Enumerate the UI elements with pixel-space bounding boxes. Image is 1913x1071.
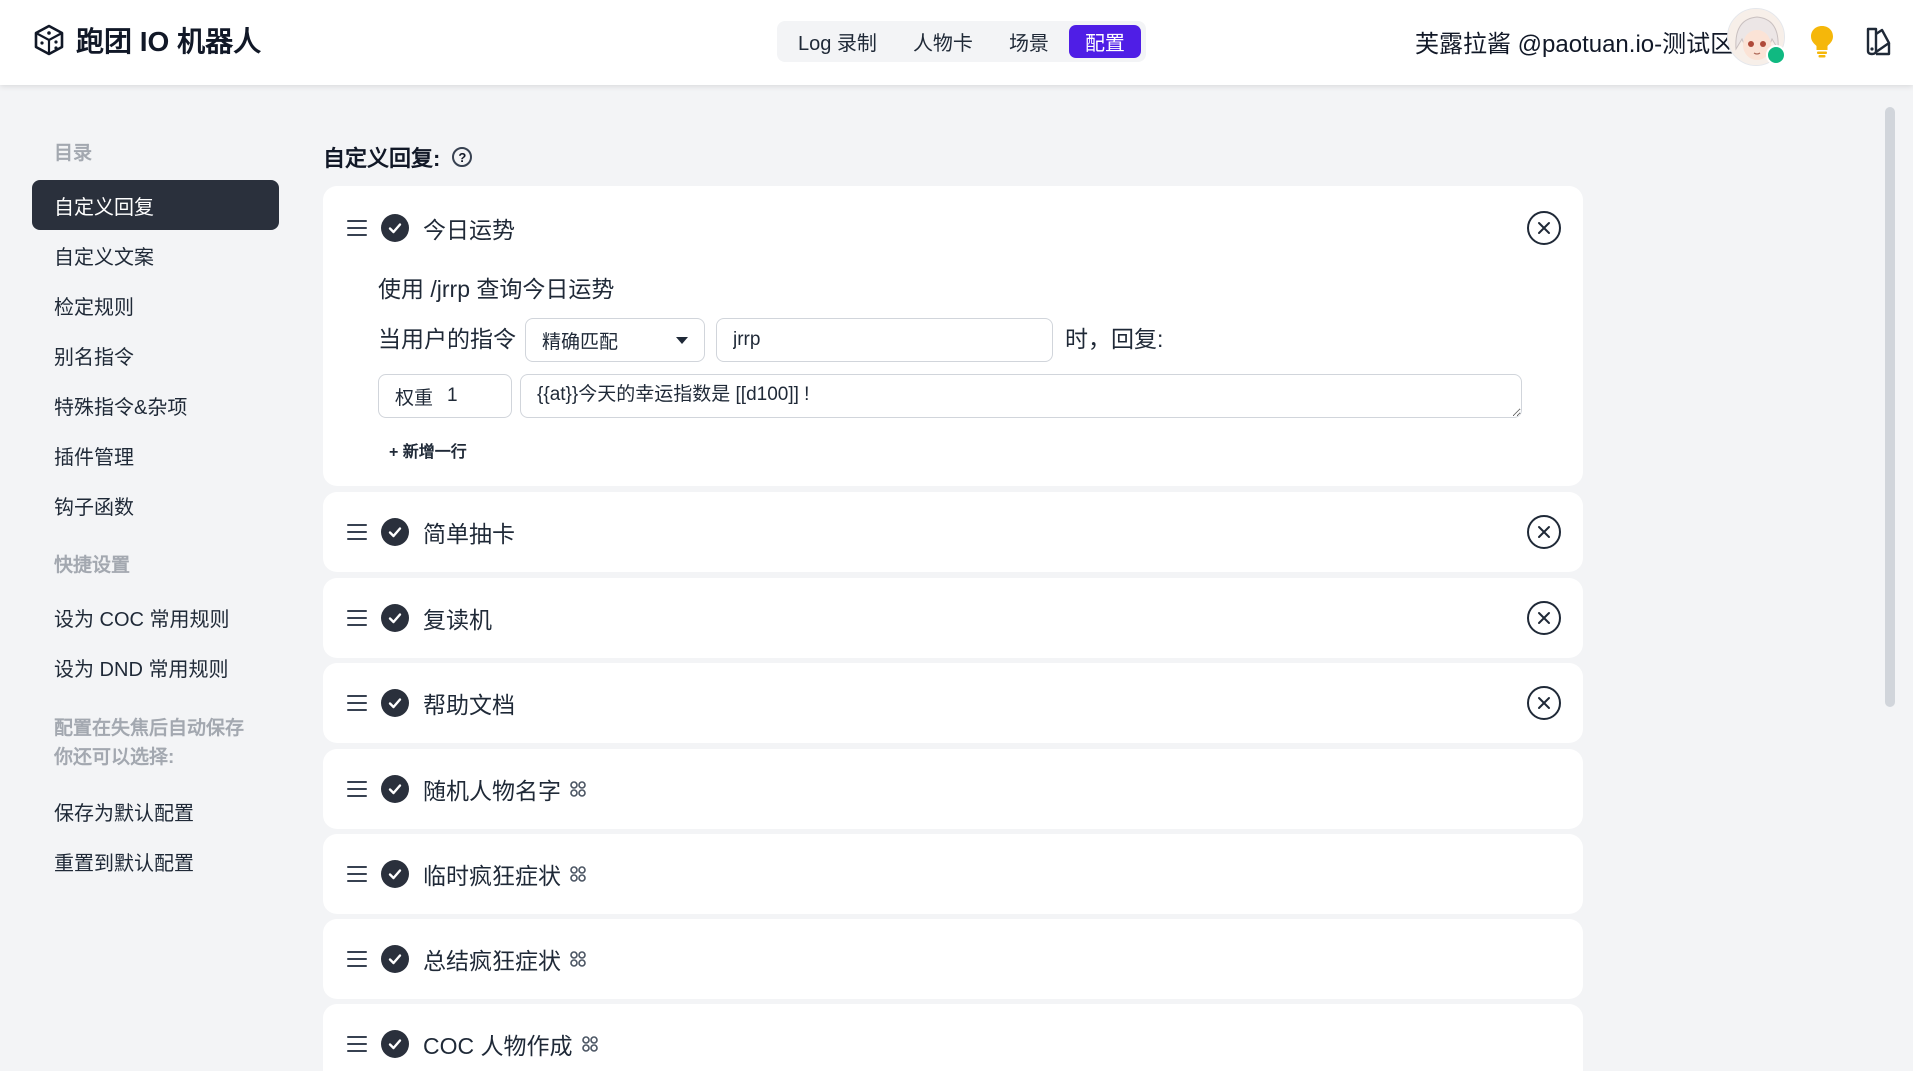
rule-title[interactable]: 临时疯狂症状: [423, 857, 561, 891]
rule-description: 使用 /jrrp 查询今日运势: [378, 276, 615, 302]
rule-header: 帮助文档: [347, 683, 515, 723]
enabled-checkbox[interactable]: [381, 689, 409, 717]
rule-title[interactable]: 复读机: [423, 601, 492, 635]
rule-header: 总结疯狂症状: [347, 939, 587, 979]
close-icon: [1538, 222, 1550, 234]
enabled-checkbox[interactable]: [381, 604, 409, 632]
rule-header: 复读机: [347, 598, 492, 638]
tab-config[interactable]: 配置: [1068, 25, 1141, 58]
reply-rule-row[interactable]: 临时疯狂症状: [323, 834, 1583, 914]
reply-rule-expanded: 今日运势 使用 /jrrp 查询今日运势 当用户的指令 精确匹配 时，回复: 权…: [323, 186, 1583, 486]
sidebar-item-special-commands[interactable]: 特殊指令&杂项: [32, 380, 279, 430]
rule-title[interactable]: 简单抽卡: [423, 515, 515, 549]
close-icon: [1538, 526, 1550, 538]
reply-rule-row[interactable]: 随机人物名字: [323, 749, 1583, 829]
rule-title[interactable]: 总结疯狂症状: [423, 942, 561, 976]
add-row-button[interactable]: + 新增一行: [389, 438, 467, 462]
scrollbar[interactable]: [1885, 107, 1895, 707]
drag-handle-icon[interactable]: [347, 524, 367, 540]
reply-label: 时，回复:: [1065, 326, 1164, 352]
rule-header: COC 人物作成: [347, 1024, 599, 1064]
lightbulb-icon[interactable]: [1808, 24, 1836, 58]
theme-switch-icon[interactable]: [1862, 25, 1894, 57]
reply-textarea[interactable]: {{at}}今天的幸运指数是 [[d100]] !: [520, 374, 1522, 418]
reply-rule-row[interactable]: COC 人物作成: [323, 1004, 1583, 1071]
sidebar-heading-toc: 目录: [54, 143, 93, 164]
enabled-checkbox[interactable]: [381, 860, 409, 888]
reply-rule-row[interactable]: 帮助文档: [323, 663, 1583, 743]
tab-scene[interactable]: 场景: [993, 25, 1065, 58]
user-name: 芙露拉酱 @paotuan.io-测试区: [1415, 31, 1735, 58]
top-header: 跑团 IO 机器人 Log 录制 人物卡 场景 配置 芙露拉酱 @paotuan…: [0, 0, 1913, 85]
delete-rule-button[interactable]: [1527, 686, 1561, 720]
main-nav: Log 录制 人物卡 场景 配置: [777, 21, 1146, 62]
sidebar-item-hooks[interactable]: 钩子函数: [32, 480, 279, 530]
reply-rule-row[interactable]: 复读机: [323, 578, 1583, 658]
caret-down-icon: [676, 336, 688, 344]
rule-header: 随机人物名字: [347, 769, 587, 809]
drag-handle-icon[interactable]: [347, 695, 367, 711]
sidebar-item-check-rules[interactable]: 检定规则: [32, 280, 279, 330]
weight-field[interactable]: 权重 1: [378, 374, 512, 418]
reset-default-config-button[interactable]: 重置到默认配置: [32, 836, 279, 886]
drag-handle-icon[interactable]: [347, 951, 367, 967]
autosave-note-line-2: 你还可以选择:: [54, 747, 175, 768]
sidebar-item-alias-commands[interactable]: 别名指令: [32, 330, 279, 380]
drag-handle-icon[interactable]: [347, 866, 367, 882]
save-default-config-button[interactable]: 保存为默认配置: [32, 786, 279, 836]
sidebar-item-dnd-rules[interactable]: 设为 DND 常用规则: [32, 642, 279, 692]
dice-icon: [34, 24, 64, 56]
plugin-grid-icon: [570, 951, 586, 967]
drag-handle-icon[interactable]: [347, 781, 367, 797]
online-status-dot: [1766, 45, 1786, 65]
reply-rule-row[interactable]: 简单抽卡: [323, 492, 1583, 572]
enabled-checkbox[interactable]: [381, 214, 409, 242]
sidebar-item-plugins[interactable]: 插件管理: [32, 430, 279, 480]
enabled-checkbox[interactable]: [381, 1030, 409, 1058]
tab-character-card[interactable]: 人物卡: [897, 25, 989, 58]
delete-rule-button[interactable]: [1527, 601, 1561, 635]
delete-rule-button[interactable]: [1527, 211, 1561, 245]
plugin-grid-icon: [570, 781, 586, 797]
app-title: 跑团 IO 机器人: [76, 26, 262, 57]
sidebar-item-custom-reply[interactable]: 自定义回复: [32, 180, 279, 230]
plugin-grid-icon: [570, 866, 586, 882]
enabled-checkbox[interactable]: [381, 518, 409, 546]
app-logo[interactable]: 跑团 IO 机器人: [32, 20, 261, 60]
custom-reply-list: 今日运势 使用 /jrrp 查询今日运势 当用户的指令 精确匹配 时，回复: 权…: [323, 186, 1583, 1071]
weight-label: 权重: [395, 387, 434, 409]
match-mode-value: 精确匹配: [542, 331, 619, 353]
close-icon: [1538, 697, 1550, 709]
command-input[interactable]: [716, 318, 1053, 362]
section-title-text: 自定义回复:: [323, 146, 441, 171]
rule-header: 临时疯狂症状: [347, 854, 587, 894]
delete-rule-button[interactable]: [1527, 515, 1561, 549]
page-title: 自定义回复: ?: [323, 140, 473, 174]
reply-rule-row[interactable]: 总结疯狂症状: [323, 919, 1583, 999]
tab-log[interactable]: Log 录制: [782, 25, 893, 58]
weight-value: 1: [447, 385, 458, 406]
enabled-checkbox[interactable]: [381, 775, 409, 803]
rule-header: 简单抽卡: [347, 512, 515, 552]
close-icon: [1538, 612, 1550, 624]
rule-title[interactable]: 帮助文档: [423, 686, 515, 720]
sidebar-item-custom-text[interactable]: 自定义文案: [32, 230, 279, 280]
sidebar: 目录 自定义回复 自定义文案 检定规则 别名指令 特殊指令&杂项 插件管理 钩子…: [32, 140, 279, 886]
help-icon[interactable]: ?: [452, 147, 473, 167]
enabled-checkbox[interactable]: [381, 945, 409, 973]
autosave-note: 配置在失焦后自动保存 你还可以选择:: [32, 714, 279, 772]
sidebar-heading-quick: 快捷设置: [54, 555, 131, 576]
rule-title[interactable]: 今日运势: [423, 211, 515, 245]
rule-title[interactable]: 随机人物名字: [423, 772, 561, 806]
drag-handle-icon[interactable]: [347, 1036, 367, 1052]
drag-handle-icon[interactable]: [347, 220, 367, 236]
autosave-note-line-1: 配置在失焦后自动保存: [54, 718, 245, 739]
when-command-label: 当用户的指令: [378, 326, 516, 352]
sidebar-item-coc-rules[interactable]: 设为 COC 常用规则: [32, 592, 279, 642]
rule-title[interactable]: COC 人物作成: [423, 1027, 573, 1061]
plugin-grid-icon: [581, 1036, 598, 1052]
rule-header: 今日运势: [347, 208, 515, 248]
drag-handle-icon[interactable]: [347, 610, 367, 626]
match-mode-select[interactable]: 精确匹配: [525, 318, 705, 362]
